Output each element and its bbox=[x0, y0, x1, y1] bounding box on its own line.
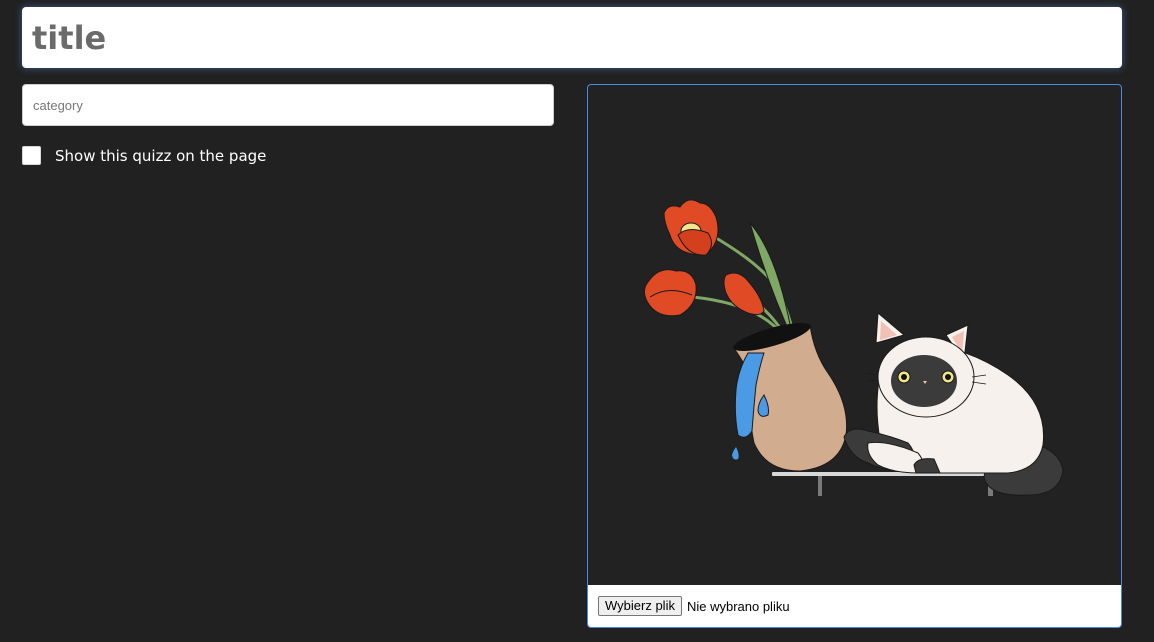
file-input-bar: Wybierz plik Nie wybrano pliku bbox=[588, 585, 1121, 627]
choose-file-button[interactable]: Wybierz plik bbox=[598, 596, 682, 616]
image-upload-panel: Wybierz plik Nie wybrano pliku bbox=[587, 84, 1122, 628]
cat-and-vase-illustration bbox=[643, 199, 1064, 496]
title-field-wrapper bbox=[22, 7, 1122, 68]
category-input[interactable] bbox=[22, 84, 554, 126]
show-quiz-checkbox-row: Show this quizz on the page bbox=[22, 145, 266, 166]
show-quiz-checkbox[interactable] bbox=[22, 146, 41, 165]
shelf-bracket-left bbox=[818, 476, 822, 496]
file-status-text: Nie wybrano pliku bbox=[686, 598, 790, 614]
show-quiz-label: Show this quizz on the page bbox=[55, 146, 267, 165]
title-input[interactable] bbox=[22, 7, 1122, 68]
